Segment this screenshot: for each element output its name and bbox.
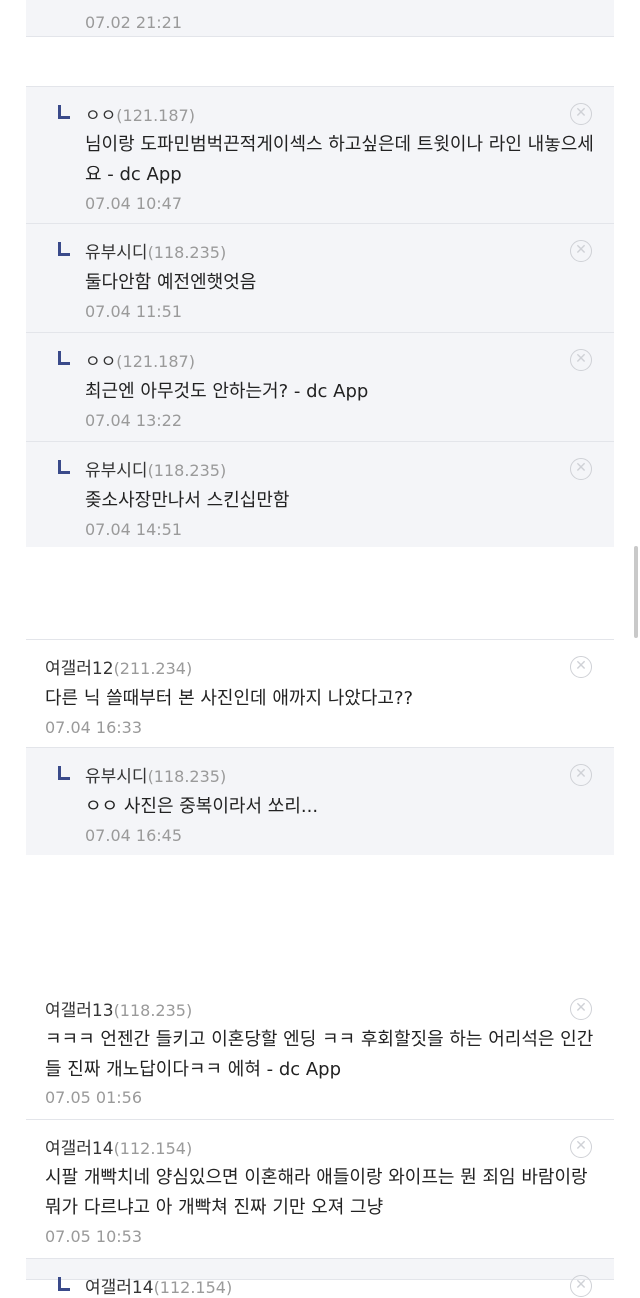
reply-arrow-icon <box>58 1277 70 1291</box>
close-circle-icon[interactable]: ✕ <box>570 656 592 678</box>
comment-author[interactable]: 유부시디(118.235) <box>85 762 226 787</box>
comment-item: 여갤러12(211.234) ✕ 다른 닉 쓸때부터 본 사진인데 애까지 나았… <box>26 639 614 748</box>
comment-author[interactable]: 여갤러14(112.154) <box>85 1273 232 1298</box>
author-ip: (118.235) <box>147 461 227 480</box>
author-ip: (118.235) <box>147 767 227 786</box>
reply-arrow-icon <box>58 105 70 119</box>
reply-arrow-icon <box>58 351 70 365</box>
author-nick: 유부시디 <box>85 243 148 263</box>
author-nick: ㅇㅇ <box>85 106 117 126</box>
comment-author[interactable]: 유부시디(118.235) <box>85 238 226 263</box>
close-circle-icon[interactable]: ✕ <box>570 458 592 480</box>
comment-reply: ㅇㅇ(121.187) ✕ 최근엔 아무것도 안하는거? - dc App 07… <box>26 333 614 442</box>
close-circle-icon[interactable]: ✕ <box>570 349 592 371</box>
comment-text: 좆소사장만나서 스킨십만함 <box>85 490 290 511</box>
comment-author[interactable]: 여갤러12(211.234) <box>45 654 192 679</box>
comment-text: 시팔 개빡치네 양심있으면 이혼해라 애들이랑 와이프는 뭔 죄임 바람이랑 뭐… <box>45 1167 588 1218</box>
author-nick: 유부시디 <box>85 767 148 787</box>
comment-reply: 07.02 21:21 <box>26 0 614 37</box>
close-circle-icon[interactable]: ✕ <box>570 998 592 1020</box>
comment-time: 07.04 14:51 <box>85 520 182 539</box>
comment-time: 07.04 11:51 <box>85 302 182 321</box>
comment-time: 07.02 21:21 <box>85 13 182 32</box>
comment-reply: 유부시디(118.235) ✕ 둘다안함 예전엔햇엇음 07.04 11:51 <box>26 224 614 333</box>
comment-reply: 여갤러14(112.154) ✕ <box>26 1259 614 1298</box>
comment-reply: ㅇㅇ(121.187) ✕ 님이랑 도파민범벅끈적게이섹스 하고싶은데 트윗이나… <box>26 86 614 224</box>
author-nick: 여갤러14 <box>45 1139 114 1159</box>
comment-author[interactable]: 유부시디(118.235) <box>85 456 226 481</box>
comment-text: 둘다안함 예전엔햇엇음 <box>85 272 257 293</box>
scrollbar[interactable] <box>634 546 638 638</box>
author-ip: (121.187) <box>116 352 195 371</box>
comment-author[interactable]: ㅇㅇ(121.187) <box>85 347 195 372</box>
comment-text: ㅋㅋㅋ 언젠간 들키고 이혼당할 엔딩 ㅋㅋ 후회할짓을 하는 어리석은 인간들… <box>45 1029 594 1080</box>
close-circle-icon[interactable]: ✕ <box>570 240 592 262</box>
comment-item: 여갤러14(112.154) ✕ 시팔 개빡치네 양심있으면 이혼해라 애들이랑… <box>26 1120 614 1259</box>
close-circle-icon[interactable]: ✕ <box>570 1136 592 1158</box>
author-ip: (118.235) <box>113 1001 193 1020</box>
comment-time: 07.04 10:47 <box>85 194 182 213</box>
comment-reply: 유부시디(118.235) ✕ ㅇㅇ 사진은 중복이라서 쏘리... 07.04… <box>26 748 614 855</box>
reply-arrow-icon <box>58 460 70 474</box>
comment-text: ㅇㅇ 사진은 중복이라서 쏘리... <box>85 796 319 817</box>
comment-time: 07.04 16:45 <box>85 826 182 845</box>
comment-time: 07.04 13:22 <box>85 411 182 430</box>
reply-arrow-icon <box>58 242 70 256</box>
close-circle-icon[interactable]: ✕ <box>570 764 592 786</box>
close-circle-icon[interactable]: ✕ <box>570 1275 592 1297</box>
author-ip: (211.234) <box>113 659 193 678</box>
author-ip: (118.235) <box>147 243 227 262</box>
comment-reply: 유부시디(118.235) ✕ 좆소사장만나서 스킨십만함 07.04 14:5… <box>26 442 614 547</box>
author-ip: (112.154) <box>113 1139 193 1158</box>
author-ip: (121.187) <box>116 106 195 125</box>
author-nick: 여갤러14 <box>85 1278 154 1298</box>
comment-text: 님이랑 도파민범벅끈적게이섹스 하고싶은데 트윗이나 라인 내놓으세요 - dc… <box>85 134 594 185</box>
comment-author[interactable]: ㅇㅇ(121.187) <box>85 101 195 126</box>
author-ip: (112.154) <box>153 1278 233 1297</box>
comment-time: 07.05 01:56 <box>45 1088 142 1107</box>
author-nick: ㅇㅇ <box>85 352 117 372</box>
comment-author[interactable]: 여갤러14(112.154) <box>45 1134 192 1159</box>
comment-author[interactable]: 여갤러13(118.235) <box>45 996 192 1021</box>
comment-text: 최근엔 아무것도 안하는거? - dc App <box>85 381 369 402</box>
comment-time: 07.05 10:53 <box>45 1227 142 1246</box>
close-circle-icon[interactable]: ✕ <box>570 103 592 125</box>
author-nick: 여갤러13 <box>45 1001 114 1021</box>
comment-text: 다른 닉 쓸때부터 본 사진인데 애까지 나았다고?? <box>45 688 414 709</box>
author-nick: 여갤러12 <box>45 659 114 679</box>
reply-arrow-icon <box>58 766 70 780</box>
comment-time: 07.04 16:33 <box>45 718 142 737</box>
author-nick: 유부시디 <box>85 461 148 481</box>
comment-item: 여갤러13(118.235) ✕ ㅋㅋㅋ 언젠간 들키고 이혼당할 엔딩 ㅋㅋ … <box>26 981 614 1120</box>
